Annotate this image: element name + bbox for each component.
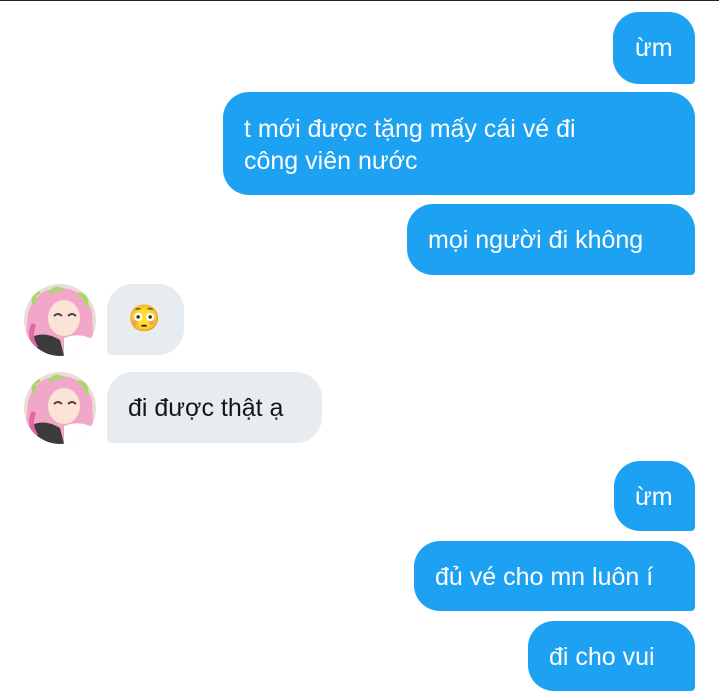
message-text: t mới được tặng mấy cái vé đi (244, 115, 576, 143)
message-text: đi cho vui (549, 643, 655, 671)
message-bubble-outgoing[interactable]: ừm (613, 12, 695, 84)
message-text: công viên nước (244, 147, 418, 175)
avatar-image (24, 284, 96, 356)
message-text: ừm (635, 34, 673, 62)
message-bubble-incoming[interactable]: đi được thật ạ (107, 372, 322, 443)
message-text: đủ vé cho mn luôn í (435, 563, 654, 591)
chat-conversation: ừm t mới được tặng mấy cái vé đi công vi… (0, 0, 719, 696)
avatar[interactable] (24, 284, 96, 356)
avatar[interactable] (24, 372, 96, 444)
message-text: đi được thật ạ (128, 394, 284, 422)
message-bubble-outgoing[interactable]: t mới được tặng mấy cái vé đi công viên … (223, 92, 695, 195)
flushed-face-icon: 😳 (128, 303, 161, 333)
message-bubble-outgoing[interactable]: mọi người đi không (407, 204, 695, 275)
message-bubble-outgoing[interactable]: đi cho vui (528, 621, 695, 691)
message-bubble-outgoing[interactable]: đủ vé cho mn luôn í (414, 541, 695, 611)
avatar-image (24, 372, 96, 444)
message-bubble-incoming[interactable]: 😳 (107, 284, 184, 355)
message-text: mọi người đi không (428, 226, 644, 254)
message-text: ừm (635, 483, 673, 511)
message-bubble-outgoing[interactable]: ừm (614, 461, 695, 531)
